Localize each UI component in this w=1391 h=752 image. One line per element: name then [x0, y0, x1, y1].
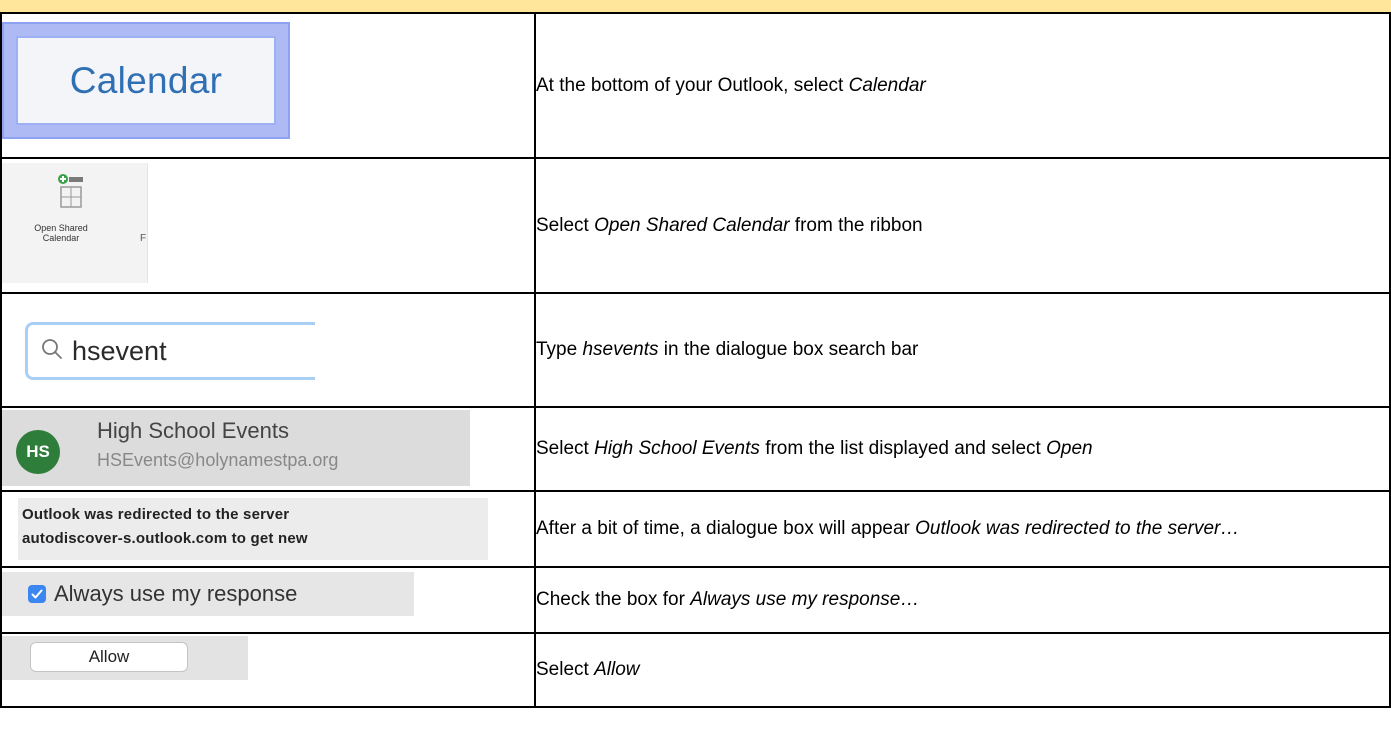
step-3-description: Type hsevents in the dialogue box search…	[534, 292, 1391, 408]
search-input-value: hsevent	[72, 335, 167, 366]
steps-table: Calendar At the bottom of your Outlook, …	[0, 12, 1391, 708]
instruction-page: Calendar At the bottom of your Outlook, …	[0, 0, 1391, 752]
open-shared-calendar-label: Open Shared Calendar	[11, 223, 111, 243]
step-7-screenshot: Allow	[0, 632, 536, 708]
shared-calendar-icon	[58, 174, 83, 208]
step-2-text-after: from the ribbon	[789, 214, 923, 236]
step-4-description: Select High School Events from the list …	[534, 406, 1391, 492]
step-4-emphasis-2: Open	[1046, 438, 1093, 459]
step-6-emphasis: Always use my response…	[690, 589, 920, 610]
redirect-line-1: Outlook was redirected to the server	[22, 506, 290, 523]
step-2-description: Select Open Shared Calendar from the rib…	[534, 157, 1391, 294]
step-3-screenshot: hsevent	[0, 292, 536, 408]
contact-email: HSEvents@holynamestpa.org	[97, 450, 339, 470]
step-6-description: Check the box for Always use my response…	[534, 566, 1391, 634]
step-2-screenshot: Open Shared Calendar F	[0, 157, 536, 294]
checkmark-icon	[31, 589, 43, 599]
step-4-emphasis: High School Events	[594, 438, 760, 459]
step-1-emphasis: Calendar	[848, 74, 926, 96]
step-7-description: Select Allow	[534, 632, 1391, 708]
step-4-text-middle: from the list displayed and select	[759, 438, 1047, 459]
ribbon-label-line-2: Calendar	[42, 233, 80, 243]
step-row-calendar: Calendar At the bottom of your Outlook, …	[0, 12, 1391, 159]
step-row-open-shared: Open Shared Calendar F Select Open Share…	[0, 157, 1391, 294]
calendar-button[interactable]: Calendar	[16, 36, 276, 125]
step-6-screenshot: Always use my response	[0, 566, 536, 634]
always-use-response-row: Always use my response	[3, 572, 414, 616]
avatar: HS	[16, 430, 60, 474]
step-3-text-after: in the dialogue box search bar	[658, 339, 919, 360]
contact-list-item[interactable]: HS High School Events HSEvents@holynames…	[3, 410, 470, 486]
step-1-screenshot: Calendar	[0, 12, 536, 159]
step-1-text-before: At the bottom of your Outlook, select	[536, 74, 849, 96]
redirect-message: Outlook was redirected to the server aut…	[18, 498, 488, 560]
step-3-text-before: Type	[536, 339, 583, 360]
step-row-allow: Allow Select Allow	[0, 632, 1391, 708]
ribbon-trailing-text: F	[140, 233, 147, 244]
ribbon-panel: Open Shared Calendar F	[3, 163, 148, 283]
step-1-description: At the bottom of your Outlook, select Ca…	[534, 12, 1391, 159]
step-2-emphasis: Open Shared Calendar	[594, 214, 790, 236]
ribbon-label-line-1: Open Shared	[34, 223, 88, 233]
step-5-screenshot: Outlook was redirected to the server aut…	[0, 490, 536, 568]
always-use-response-label: Always use my response	[54, 581, 298, 606]
allow-button[interactable]: Allow	[30, 642, 188, 672]
redirect-line-2: autodiscover-s.outlook.com to get new	[22, 530, 308, 547]
calendar-button-frame: Calendar	[3, 22, 290, 139]
always-use-response-checkbox[interactable]	[28, 585, 46, 603]
step-row-contact: HS High School Events HSEvents@holynames…	[0, 406, 1391, 492]
step-row-search: hsevent Type hsevents in the dialogue bo…	[0, 292, 1391, 408]
search-icon	[40, 337, 64, 366]
step-5-emphasis: Outlook was redirected to the server…	[915, 518, 1240, 539]
search-input[interactable]: hsevent	[25, 322, 315, 380]
step-4-text-before: Select	[536, 438, 595, 459]
step-3-emphasis: hsevents	[582, 339, 659, 360]
step-5-text-before: After a bit of time, a dialogue box will…	[536, 518, 916, 539]
open-shared-calendar-button[interactable]	[57, 173, 85, 218]
step-5-description: After a bit of time, a dialogue box will…	[534, 490, 1391, 568]
calendar-button-label: Calendar	[69, 59, 223, 101]
step-6-text-before: Check the box for	[536, 589, 691, 610]
step-4-screenshot: HS High School Events HSEvents@holynames…	[0, 406, 536, 492]
allow-button-bar: Allow	[3, 636, 248, 680]
contact-name: High School Events	[97, 418, 289, 443]
step-row-checkbox: Always use my response Check the box for…	[0, 566, 1391, 634]
step-7-text-before: Select	[536, 659, 595, 680]
step-2-text-before: Select	[536, 214, 595, 236]
step-7-emphasis: Allow	[594, 659, 640, 680]
step-row-redirect: Outlook was redirected to the server aut…	[0, 490, 1391, 568]
